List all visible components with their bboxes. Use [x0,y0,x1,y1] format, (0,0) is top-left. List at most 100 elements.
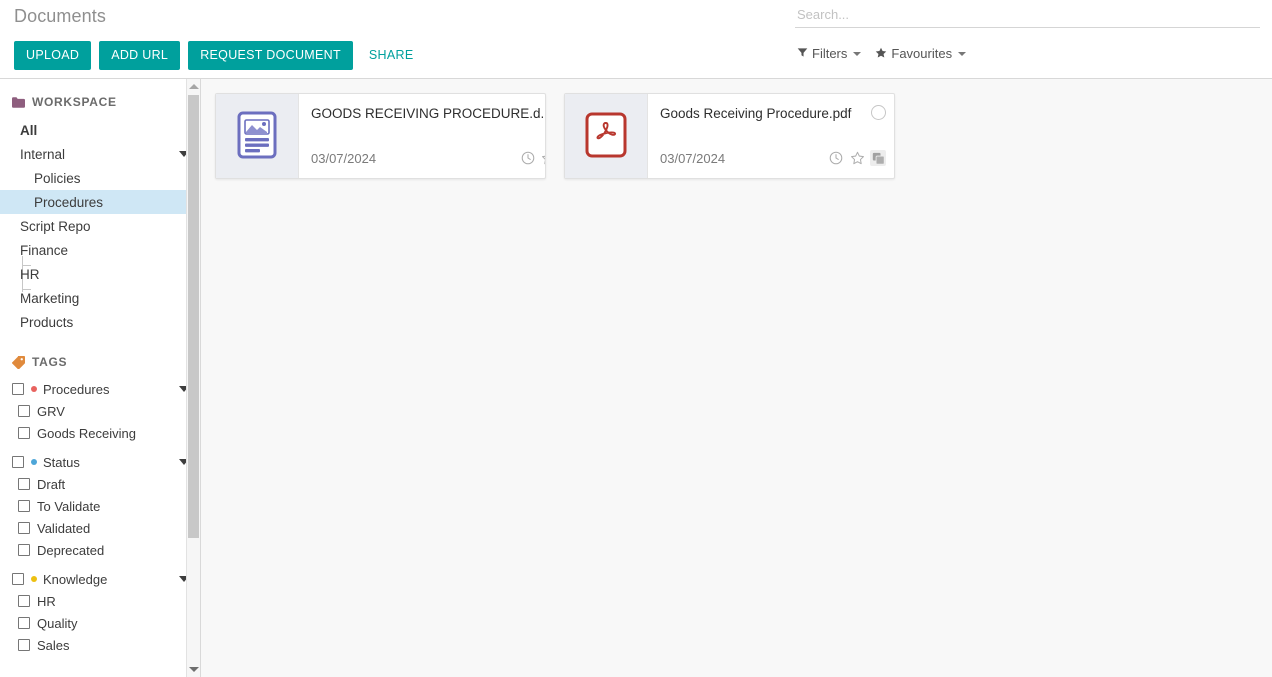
folder-icon [12,97,25,108]
pdf-icon [583,111,629,162]
tag-group-procedures[interactable]: Procedures [0,378,201,400]
tag-checkbox[interactable] [18,522,30,534]
star-icon [875,47,887,61]
action-button-row: UPLOAD ADD URL REQUEST DOCUMENT SHARE [14,41,421,70]
search-container [795,5,1260,28]
tag-group-label: Status [43,455,80,470]
sidebar-item-hr[interactable]: HR [0,262,201,286]
sidebar-item-label: Procedures [34,195,103,210]
tag-checkbox[interactable] [18,544,30,556]
document-actions [520,150,546,166]
tag-color-dot [31,386,37,392]
sidebar-item-label: HR [20,267,40,282]
sidebar-item-label: Policies [34,171,81,186]
duplicate-icon[interactable] [870,150,886,166]
document-card[interactable]: Goods Receiving Procedure.pdf 03/07/2024 [564,93,895,179]
documents-kanban-grid: GOODS RECEIVING PROCEDURE.d... 03/07/202… [215,93,1272,179]
tags-title: TAGS [32,355,67,369]
tag-checkbox[interactable] [12,383,24,395]
breadcrumb: Documents [14,6,106,27]
tag-color-dot [31,459,37,465]
funnel-icon [797,47,808,60]
star-icon[interactable] [541,150,546,166]
scroll-down-arrow[interactable] [187,662,200,677]
tag-item-grv[interactable]: GRV [0,400,201,422]
favourites-dropdown[interactable]: Favourites [875,46,966,61]
sidebar-item-policies[interactable]: Policies [0,166,201,190]
document-title: GOODS RECEIVING PROCEDURE.d... [311,106,546,122]
tag-group-label: Procedures [43,382,109,397]
tag-group-status[interactable]: Status [0,451,201,473]
sidebar-item-products[interactable]: Products [0,310,201,334]
share-button[interactable]: SHARE [361,41,422,70]
tag-item-label: GRV [37,404,65,419]
tag-group-knowledge[interactable]: Knowledge [0,568,201,590]
sidebar-item-label: Marketing [20,291,79,306]
tag-item-label: Draft [37,477,65,492]
sidebar-item-procedures[interactable]: Procedures [0,190,201,214]
tag-item-label: Sales [37,638,70,653]
tag-item-label: HR [37,594,56,609]
body-wrapper: WORKSPACE All Internal Policies Procedur… [0,79,1272,677]
tag-checkbox[interactable] [18,478,30,490]
sidebar-item-all[interactable]: All [0,118,201,142]
upload-button[interactable]: UPLOAD [14,41,91,70]
document-card[interactable]: GOODS RECEIVING PROCEDURE.d... 03/07/202… [215,93,546,179]
document-thumbnail [565,94,648,178]
tag-item-validated[interactable]: Validated [0,517,201,539]
tag-item-label: Quality [37,616,77,631]
tag-item-quality[interactable]: Quality [0,612,201,634]
tag-item-label: To Validate [37,499,100,514]
filters-dropdown[interactable]: Filters [797,46,861,61]
sidebar-item-label: Internal [20,147,65,162]
tag-checkbox[interactable] [18,427,30,439]
tag-checkbox[interactable] [18,595,30,607]
star-icon[interactable] [849,150,865,166]
sidebar-item-marketing[interactable]: Marketing [0,286,201,310]
search-options-row: Filters Favourites [797,46,966,61]
document-actions [828,150,886,166]
document-card-body: Goods Receiving Procedure.pdf 03/07/2024 [648,94,894,178]
request-document-button[interactable]: REQUEST DOCUMENT [188,41,353,70]
scrollbar-thumb[interactable] [188,95,199,538]
add-url-button[interactable]: ADD URL [99,41,180,70]
clock-icon[interactable] [828,150,844,166]
chevron-down-icon [853,52,861,56]
document-card-footer: 03/07/2024 [311,150,546,166]
control-panel: Documents UPLOAD ADD URL REQUEST DOCUMEN… [0,0,1272,79]
scroll-up-arrow[interactable] [187,79,200,94]
tag-item-label: Goods Receiving [37,426,136,441]
document-card-footer: 03/07/2024 [660,150,886,166]
tag-item-label: Validated [37,521,90,536]
tag-checkbox[interactable] [18,500,30,512]
sidebar-item-label: Products [20,315,73,330]
tag-item-to-validate[interactable]: To Validate [0,495,201,517]
chevron-down-icon [958,52,966,56]
sidebar-item-finance[interactable]: Finance [0,238,201,262]
document-select-circle[interactable] [871,105,886,120]
tag-item-deprecated[interactable]: Deprecated [0,539,201,561]
tag-item-goods-receiving[interactable]: Goods Receiving [0,422,201,444]
tag-checkbox[interactable] [18,617,30,629]
documents-content-area: GOODS RECEIVING PROCEDURE.d... 03/07/202… [201,79,1272,677]
tag-item-hr[interactable]: HR [0,590,201,612]
sidebar: WORKSPACE All Internal Policies Procedur… [0,79,201,677]
tag-checkbox[interactable] [12,573,24,585]
search-input[interactable] [795,5,1260,28]
sidebar-scrollbar[interactable] [186,79,200,677]
document-date: 03/07/2024 [660,151,725,166]
tag-item-sales[interactable]: Sales [0,634,201,656]
filters-label: Filters [812,46,847,61]
sidebar-item-internal[interactable]: Internal [0,142,201,166]
tag-checkbox[interactable] [18,639,30,651]
tag-item-draft[interactable]: Draft [0,473,201,495]
sidebar-item-label: All [20,123,37,138]
tag-checkbox[interactable] [12,456,24,468]
tag-color-dot [31,576,37,582]
clock-icon[interactable] [520,150,536,166]
tag-icon [12,356,25,369]
sidebar-item-script-repo[interactable]: Script Repo [0,214,201,238]
sidebar-content: WORKSPACE All Internal Policies Procedur… [0,79,201,656]
tag-checkbox[interactable] [18,405,30,417]
favourites-label: Favourites [891,46,952,61]
